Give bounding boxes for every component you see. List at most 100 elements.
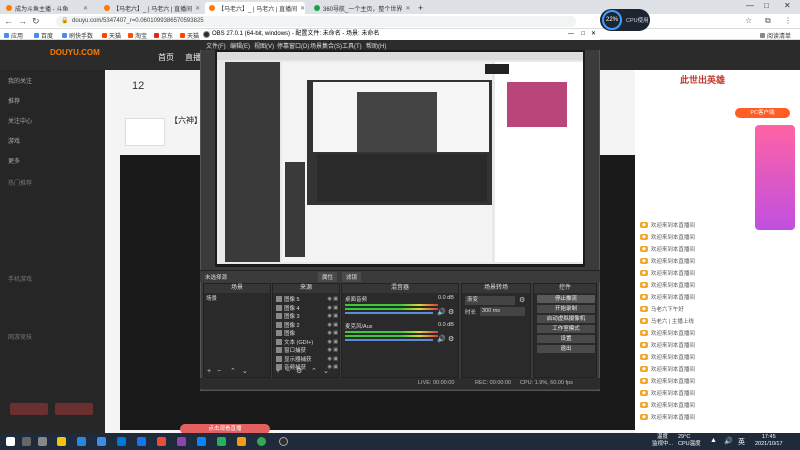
source-item[interactable]: 图像 3 ◉ ▣ [276, 312, 338, 320]
bookmark-item[interactable]: 百度 [34, 31, 53, 40]
browser-tab[interactable]: 360导航_一个主页，整个世界 ✕ [310, 2, 410, 14]
url-input[interactable]: 🔒 douyu.com/5347407_r=0.06010993865705938… [56, 16, 576, 27]
duration-input[interactable]: 300 ms [480, 307, 525, 316]
browser-tab-active[interactable]: 【马老六】_ | 马老六 | 直播间 ✕ [205, 2, 305, 14]
extensions-icon[interactable]: ⧉ [765, 16, 771, 26]
gear-icon[interactable]: ⚙ [448, 335, 454, 343]
sidebar-item-more[interactable]: 更多 [8, 156, 20, 165]
volume-slider[interactable] [345, 339, 433, 341]
minimize-icon[interactable]: — [568, 29, 574, 40]
scene-item[interactable]: 场景 [206, 294, 217, 302]
menu-edit[interactable]: 编辑(E) [230, 41, 250, 50]
maximize-icon[interactable]: □ [581, 29, 585, 40]
nav-live[interactable]: 直播 [185, 52, 201, 63]
back-icon[interactable]: ← [4, 16, 13, 26]
app-icon[interactable] [77, 437, 86, 446]
settings-button[interactable]: 设置 [537, 335, 595, 343]
source-item[interactable]: 图像 2 ◉ ▣ [276, 321, 338, 329]
source-item[interactable]: 图像 4 ◉ ▣ [276, 304, 338, 312]
bookmark-item[interactable]: 天猫 [102, 31, 121, 40]
start-recording-button[interactable]: 开始录制 [537, 305, 595, 313]
close-icon[interactable]: ✕ [195, 5, 200, 12]
pc-client-button[interactable]: PC客户端 [735, 108, 790, 118]
properties-button[interactable]: 属性 [318, 272, 338, 282]
browser-tab[interactable]: 【马老六】_ | 马老六 | 直播间 ✕ [100, 2, 200, 14]
browser-tab[interactable]: 成为斗鱼主播 - 斗鱼 ✕ [2, 2, 92, 14]
move-up-icon[interactable]: ⌃ [230, 367, 236, 375]
close-icon[interactable]: ✕ [591, 29, 596, 40]
app-icon[interactable] [137, 437, 146, 446]
volume-slider[interactable] [345, 312, 433, 314]
app-icon[interactable] [57, 437, 66, 446]
temp-widget[interactable]: 29°C CPU温度 [678, 434, 701, 448]
menu-tools[interactable]: 工具(T) [342, 41, 362, 50]
menu-icon[interactable]: ⋮ [784, 16, 792, 25]
source-item[interactable]: 窗口捕获 ◉ ▣ [276, 346, 338, 354]
menu-scene-collection[interactable]: 场景集合(S) [310, 41, 342, 50]
app-icon[interactable] [217, 437, 226, 446]
promo-banner[interactable] [755, 125, 795, 230]
nav-home[interactable]: 首页 [158, 52, 174, 63]
bookmark-item[interactable]: 刷快手数 [62, 31, 93, 40]
sidebar-item-center[interactable]: 关注中心 [8, 116, 32, 125]
speaker-icon[interactable]: 🔊 [437, 308, 446, 316]
move-up-icon[interactable]: ⌃ [311, 367, 317, 375]
filters-button[interactable]: 滤镜 [342, 272, 362, 282]
bookmark-item[interactable]: 应用 [4, 31, 23, 40]
streamer-avatar[interactable] [125, 118, 165, 146]
maximize-icon[interactable]: □ [764, 1, 769, 10]
obs-icon[interactable] [279, 437, 288, 446]
source-item[interactable]: 显示器捕获 ◉ ▣ [276, 355, 338, 363]
new-tab-button[interactable]: + [414, 2, 426, 14]
studio-mode-button[interactable]: 工作室模式 [537, 325, 595, 333]
menu-file[interactable]: 文件(F) [206, 41, 226, 50]
visibility-lock-icon[interactable]: ◉ ▣ [328, 305, 338, 311]
network-icon[interactable]: ▲ [710, 437, 717, 444]
start-icon[interactable] [6, 437, 15, 446]
close-icon[interactable]: ✕ [405, 5, 410, 12]
chrome-icon[interactable] [257, 437, 266, 446]
search-icon[interactable] [22, 437, 31, 446]
source-settings-icon[interactable]: ⚙ [296, 367, 302, 375]
stop-streaming-button[interactable]: 停止推流 [537, 295, 595, 303]
speaker-icon[interactable]: 🔊 [437, 335, 446, 343]
visibility-lock-icon[interactable]: ◉ ▣ [328, 296, 338, 302]
volume-icon[interactable]: 🔊 [724, 437, 733, 445]
forward-icon[interactable]: → [18, 16, 27, 26]
remove-source-icon[interactable]: − [286, 368, 290, 375]
reading-list[interactable]: 阅读清单 [760, 31, 791, 40]
move-down-icon[interactable]: ⌄ [242, 367, 248, 375]
transition-select[interactable]: 渐变 [465, 296, 515, 305]
close-icon[interactable]: ✕ [83, 5, 88, 12]
gear-icon[interactable]: ⚙ [448, 308, 454, 316]
sidebar-item-follow[interactable]: 我的关注 [8, 76, 32, 85]
menu-docks[interactable]: 停靠窗口(D) [277, 41, 309, 50]
exit-button[interactable]: 退出 [537, 345, 595, 353]
visibility-lock-icon[interactable]: ◉ ▣ [328, 313, 338, 319]
app-icon[interactable] [237, 437, 246, 446]
visibility-lock-icon[interactable]: ◉ ▣ [328, 330, 338, 336]
remove-scene-icon[interactable]: − [217, 368, 221, 375]
gear-icon[interactable]: ⚙ [519, 296, 525, 304]
close-icon[interactable]: ✕ [300, 5, 305, 12]
visibility-lock-icon[interactable]: ◉ ▣ [328, 347, 338, 353]
add-source-icon[interactable]: + [276, 368, 280, 375]
source-item[interactable]: 图像 5 ◉ ▣ [276, 295, 338, 303]
sidebar-item-recommend[interactable]: 推荐 [8, 96, 20, 105]
visibility-lock-icon[interactable]: ◉ ▣ [328, 322, 338, 328]
minimize-icon[interactable]: — [746, 1, 754, 10]
menu-view[interactable]: 视图(V) [254, 41, 274, 50]
ime-icon[interactable]: 英 [738, 437, 745, 447]
visibility-lock-icon[interactable]: ◉ ▣ [328, 339, 338, 345]
app-icon[interactable] [97, 437, 106, 446]
app-icon[interactable] [117, 437, 126, 446]
app-icon[interactable] [177, 437, 186, 446]
source-item[interactable]: 文本 (GDI+) ◉ ▣ [276, 338, 338, 346]
close-window-icon[interactable]: ✕ [784, 1, 791, 10]
system-clock[interactable]: 17:45 2021/10/17 [755, 434, 783, 448]
bookmark-item[interactable]: 京东 [154, 31, 173, 40]
visibility-lock-icon[interactable]: ◉ ▣ [328, 364, 338, 370]
add-scene-icon[interactable]: + [207, 368, 211, 375]
source-item[interactable]: 图像 ◉ ▣ [276, 329, 338, 337]
sidebar-button-left[interactable] [10, 403, 48, 415]
